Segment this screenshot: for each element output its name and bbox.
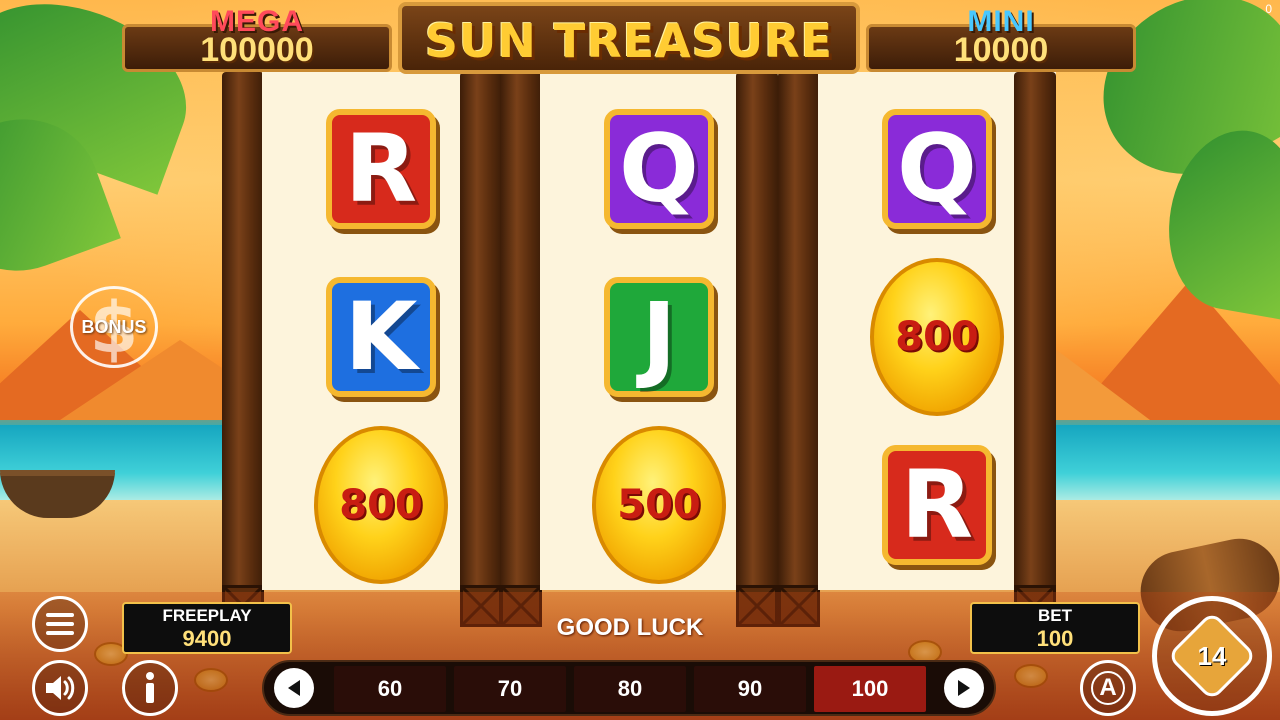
bet-selector: 60 70 80 90 100 [262,660,996,716]
hamburger-menu-icon [46,608,74,640]
bonus-button[interactable]: $ BONUS [70,286,158,369]
reel-area: R K 800 Q J 500 Q 800 R [222,72,1056,627]
freeplay-display: FREEPLAY 9400 [122,602,292,654]
info-icon [146,672,154,703]
mega-jackpot: MEGA 100000 [122,5,392,72]
freeplay-label: FREEPLAY [162,606,252,625]
letter-symbol-r: R [882,445,992,565]
bet-option[interactable]: 70 [454,666,566,712]
bet-decrease-button[interactable] [274,668,314,708]
mini-jackpot: MINI 10000 [866,5,1136,72]
corner-counter: 0 [1265,2,1272,16]
arrow-left-icon [288,680,300,696]
letter-symbol-q: Q [882,109,992,229]
game-title: SUN TREASURE [424,14,834,68]
menu-button[interactable] [32,596,88,652]
arrow-right-icon [958,680,970,696]
freeplay-value: 9400 [182,626,232,651]
reel-post [778,72,820,627]
game-stage: 0 MEGA 100000 MINI 10000 R K 800 Q J 500 Q 80… [0,0,1280,720]
bet-label: BET [1038,606,1072,625]
bet-option[interactable]: 90 [694,666,806,712]
info-button[interactable] [122,660,178,716]
reel-post [1014,72,1056,627]
bet-option[interactable]: 100 [814,666,926,712]
reel-post [460,72,502,627]
reel-post [736,72,778,627]
coin-symbol: 500 [592,426,726,584]
game-title-plate: SUN TREASURE [398,2,860,74]
spin-counter: 14 [1197,640,1227,671]
reel-post [500,72,542,627]
spin-button[interactable]: 14 [1152,596,1272,716]
bet-increase-button[interactable] [944,668,984,708]
reel-post [222,72,264,627]
bet-option[interactable]: 80 [574,666,686,712]
letter-symbol-q: Q [604,109,714,229]
autoplay-button[interactable]: A [1080,660,1136,716]
speaker-icon [46,676,75,700]
coin-symbol: 800 [314,426,448,584]
bet-option[interactable]: 60 [334,666,446,712]
sound-button[interactable] [32,660,88,716]
coin-symbol: 800 [870,258,1004,416]
letter-symbol-r: R [326,109,436,229]
letter-symbol-j: J [604,277,714,397]
bonus-label: BONUS [81,316,147,337]
bet-display: BET 100 [970,602,1140,654]
spin-counter-badge: 14 [1166,610,1258,702]
mega-jackpot-value: 100000 [200,31,314,69]
autoplay-label: A [1091,671,1125,705]
letter-symbol-k: K [326,277,436,397]
mini-jackpot-value: 10000 [953,31,1049,69]
bet-value: 100 [1036,626,1074,651]
status-message: GOOD LUCK [556,614,704,641]
